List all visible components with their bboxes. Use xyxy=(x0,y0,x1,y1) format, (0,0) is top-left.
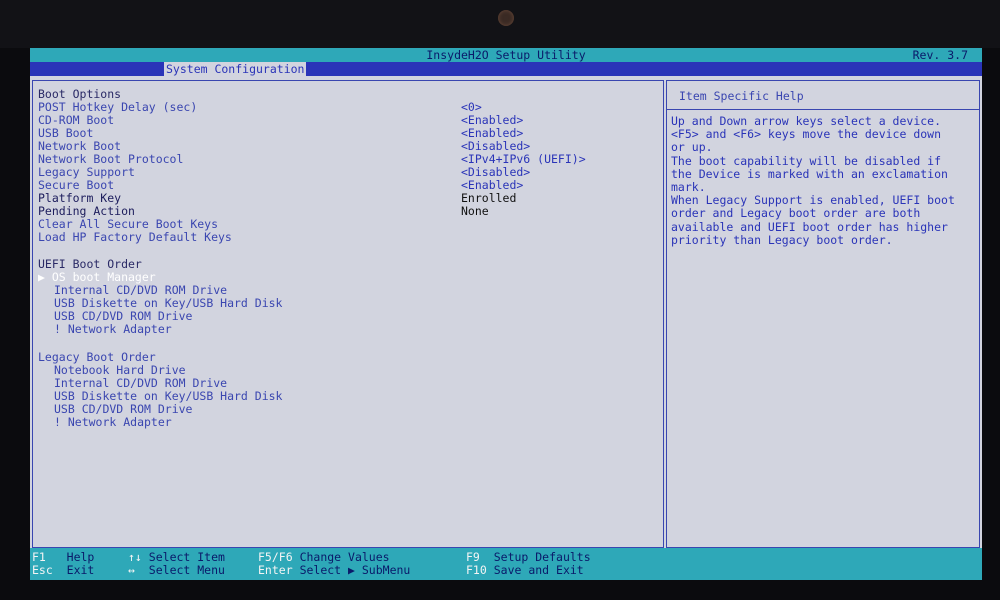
footer-action: Setup Defaults xyxy=(493,550,591,564)
footer-action: Change Values xyxy=(299,550,390,564)
legacy-boot-item[interactable]: ! Network Adapter xyxy=(54,416,172,429)
help-line: When Legacy Support is enabled, UEFI boo… xyxy=(671,193,955,208)
revision-label: Rev. 3.7 xyxy=(912,48,968,62)
footer-hint-save-exit: F10 Save and Exit xyxy=(466,564,584,577)
key-help-footer: F1 Help Esc Exit ↑↓ Select Item ↔ Select… xyxy=(30,548,982,580)
menu-bar: System Configuration xyxy=(30,62,982,76)
footer-action: Select ▶ SubMenu xyxy=(299,563,411,577)
bios-screen: InsydeH2O Setup Utility Rev. 3.7 System … xyxy=(30,48,982,580)
help-divider xyxy=(667,109,979,110)
settings-panel: Boot Options POST Hotkey Delay (sec) <0>… xyxy=(32,80,664,548)
esc-key: Esc xyxy=(32,563,53,577)
footer-action: Select Item xyxy=(148,550,225,564)
title-bar: InsydeH2O Setup Utility Rev. 3.7 xyxy=(30,48,982,62)
f5-f6-key: F5/F6 xyxy=(258,550,293,564)
f10-key: F10 xyxy=(466,563,487,577)
help-line: The boot capability will be disabled if xyxy=(671,153,942,168)
help-line: mark. xyxy=(671,180,706,195)
help-text: Up and Down arrow keys select a device. … xyxy=(671,114,975,247)
help-line: priority than Legacy boot order. xyxy=(671,232,893,247)
arrows-leftright-icon: ↔ xyxy=(128,563,135,577)
help-line: available and UEFI boot order has higher xyxy=(671,219,948,234)
pending-action-value: None xyxy=(461,204,489,218)
footer-hint-exit: Esc Exit xyxy=(32,564,94,577)
footer-action: Save and Exit xyxy=(493,563,584,577)
help-title: Item Specific Help xyxy=(679,89,804,103)
enter-key: Enter xyxy=(258,563,293,577)
footer-hint-select-menu: ↔ Select Menu xyxy=(128,564,225,577)
webcam-icon xyxy=(498,10,514,26)
footer-hint-select-submenu: Enter Select ▶ SubMenu xyxy=(258,564,410,577)
help-line: the Device is marked with an exclamation xyxy=(671,166,948,181)
tab-system-configuration[interactable]: System Configuration xyxy=(164,62,307,76)
footer-action: Exit xyxy=(66,563,95,577)
footer-action: Select Menu xyxy=(148,563,225,577)
arrows-updown-icon: ↑↓ xyxy=(128,550,142,564)
f1-key: F1 xyxy=(32,550,46,564)
f9-key: F9 xyxy=(466,550,480,564)
help-panel: Item Specific Help Up and Down arrow key… xyxy=(666,80,980,548)
uefi-boot-item[interactable]: ! Network Adapter xyxy=(54,323,172,336)
footer-action: Help xyxy=(66,550,95,564)
help-line: Up and Down arrow keys select a device. xyxy=(671,114,942,128)
help-line: <F5> and <F6> keys move the device down xyxy=(671,127,942,142)
monitor-bezel xyxy=(0,0,1000,48)
help-line: order and Legacy boot order are both xyxy=(671,206,921,221)
load-hp-factory-keys-item[interactable]: Load HP Factory Default Keys xyxy=(38,231,232,244)
help-line: or up. xyxy=(671,140,713,155)
app-title: InsydeH2O Setup Utility xyxy=(426,48,586,62)
